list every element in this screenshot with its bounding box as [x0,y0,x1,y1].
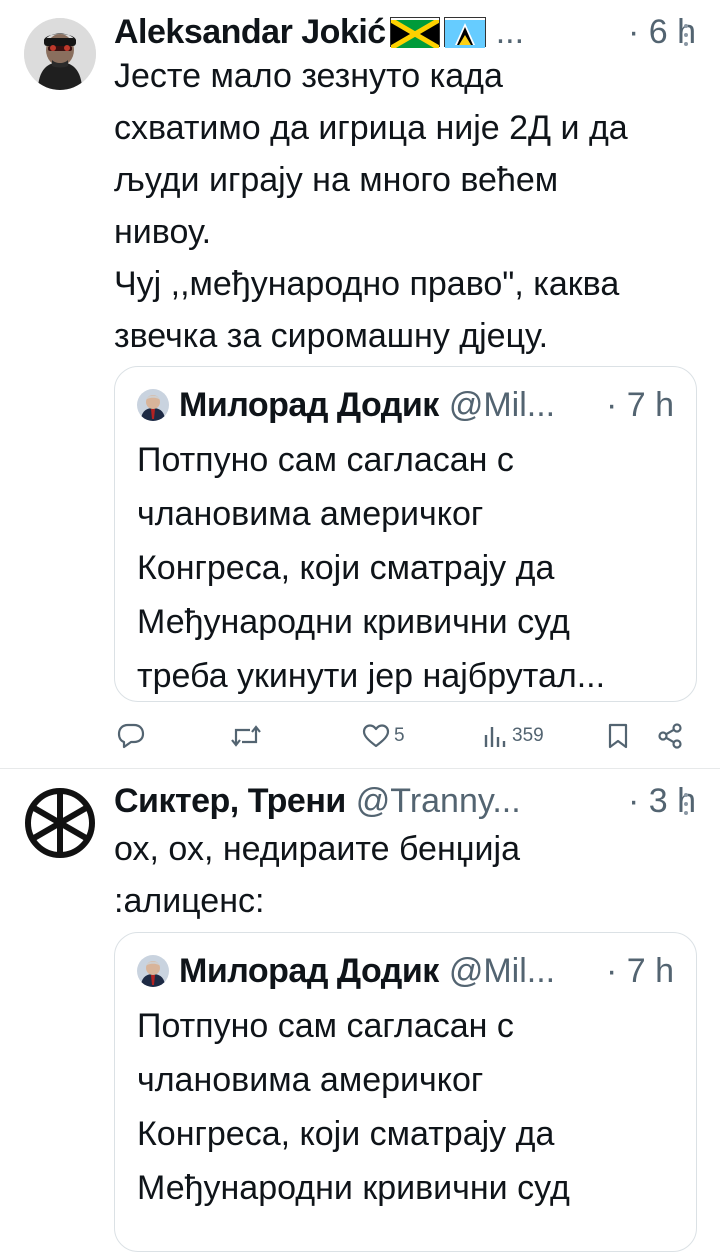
quoted-text-line: Потпуно сам сагласан с [137,1007,514,1045]
tweet-text-line: схватимо да игрица није 2Д и да [114,109,628,147]
saint-lucia-flag-icon [443,17,486,48]
quoted-author-handle: @Mil... [448,951,556,990]
quoted-text-line: Конгреса, који сматрају да [137,549,555,587]
tweet-header: Aleksandar Jokić ... · 6 h [114,12,696,52]
wheel-symbol-icon [24,787,96,859]
more-options-icon[interactable] [684,793,690,815]
reply-icon [117,723,145,749]
quoted-author-avatar [137,389,169,421]
quoted-tweet-time: · 7 h [605,951,674,990]
more-options-icon[interactable] [684,24,690,46]
author-avatar[interactable] [24,18,96,90]
heart-icon [362,724,390,748]
name-truncation: ... [495,12,525,51]
quoted-author-handle: @Mil... [448,385,556,424]
tweet-text-line: Јесте мало зезнуто када [114,57,503,95]
tweet-2[interactable]: Сиктер, Трени @Tranny... · 3 h ох, ох, н… [0,769,720,1252]
tweet-text: ох, ох, недираите бенџија :алиценс: [114,823,700,927]
author-handle[interactable]: @Tranny... [356,782,521,821]
quoted-text-line: Међународни кривични суд [137,1169,570,1207]
quoted-text-line: Конгреса, који сматрају да [137,1115,555,1153]
tweet-text: Јесте мало зезнуто када схватимо да игри… [114,50,700,362]
tweet-text-line: :алиценс: [114,882,265,920]
quoted-author-avatar [137,955,169,987]
tweet-1[interactable]: Aleksandar Jokić ... · 6 h Јесте мало зе… [0,0,720,768]
tweet-text-line: звечка за сиромашну дјецу. [114,317,549,355]
retweet-icon [231,725,261,747]
jamaica-flag-icon [389,17,440,51]
share-button[interactable] [656,722,684,750]
quoted-author-name: Милорад Додик [179,385,439,424]
tweet-actions: 5 359 [114,716,690,756]
avatar-image [24,18,96,90]
quoted-tweet-header: Милорад Додик @Mil... · 7 h [137,951,674,991]
tweet-text-line: Чуј ,,међународно право", каква [114,265,620,303]
quoted-author-name: Милорад Додик [179,951,439,990]
quoted-text-line: Међународни кривични суд [137,603,570,641]
retweet-button[interactable] [230,722,266,750]
quoted-tweet-header: Милорад Додик @Mil... · 7 h [137,385,674,425]
view-count: 359 [512,725,544,746]
quoted-tweet[interactable]: Милорад Додик @Mil... · 7 h Потпуно сам … [114,932,697,1252]
quoted-text-line: треба укинути јер најбрутал... [137,657,606,695]
author-name[interactable]: Сиктер, Трени [114,782,346,821]
tweet-text-line: ох, ох, недираите бенџија [114,830,520,868]
quoted-tweet[interactable]: Милорад Додик @Mil... · 7 h Потпуно сам … [114,366,697,702]
quoted-tweet-time: · 7 h [605,385,674,424]
reply-button[interactable] [116,722,150,750]
quoted-tweet-text: Потпуно сам сагласан с члановима америчк… [137,999,676,1215]
tweet-header: Сиктер, Трени @Tranny... · 3 h [114,781,696,821]
tweet-text-line: људи играју на много већем [114,161,559,199]
author-name[interactable]: Aleksandar Jokić [114,13,386,52]
quoted-text-line: члановима америчког [137,495,484,533]
views-chart-icon [484,727,506,747]
like-button[interactable]: 5 [362,723,405,749]
author-avatar[interactable] [24,787,96,859]
quoted-tweet-text: Потпуно сам сагласан с члановима америчк… [137,433,676,703]
bookmark-icon [608,723,628,749]
views-button[interactable]: 359 [482,723,544,749]
tweet-text-line: нивоу. [114,213,212,251]
quoted-text-line: Потпуно сам сагласан с [137,441,514,479]
share-icon [658,723,682,749]
quoted-text-line: члановима америчког [137,1061,484,1099]
bookmark-button[interactable] [606,722,630,750]
like-count: 5 [394,725,405,746]
